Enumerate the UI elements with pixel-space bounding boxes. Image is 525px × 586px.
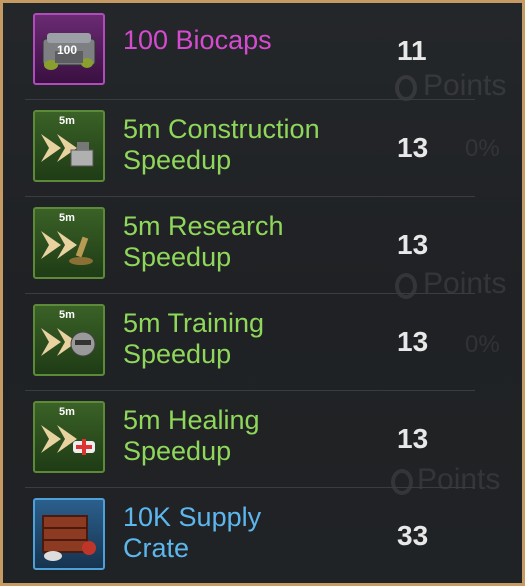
item-quantity: 11: [397, 35, 427, 66]
research-speedup-icon: 5m: [33, 207, 105, 279]
supply-crate-icon: [33, 498, 105, 570]
item-quantity: 13: [397, 132, 429, 163]
biocaps-icon: 100: [33, 13, 105, 85]
item-name: 5m Training Speedup: [123, 308, 265, 369]
item-quantity: 33: [397, 520, 429, 551]
reward-list-panel: Points 0% Points 0% Points 100 100 Bioca…: [0, 0, 525, 586]
biocaps-tag: 100: [57, 43, 78, 57]
duration-tag: 5m: [59, 309, 75, 321]
item-quantity: 13: [397, 326, 429, 357]
item-name: 100 Biocaps: [123, 25, 272, 55]
list-item[interactable]: 5m 5m Construction Speedup 13: [25, 100, 475, 197]
list-item[interactable]: 5m 5m Healing Speedup 13: [25, 391, 475, 488]
duration-tag: 5m: [59, 212, 75, 224]
item-name: 5m Construction Speedup: [123, 114, 320, 175]
item-quantity: 13: [397, 229, 429, 260]
list-item[interactable]: 5m 5m Training Speedup 13: [25, 294, 475, 391]
list-item[interactable]: 5m 5m Research Speedup 13: [25, 197, 475, 294]
item-quantity: 13: [397, 423, 429, 454]
duration-tag: 5m: [59, 406, 75, 418]
healing-speedup-icon: 5m: [33, 401, 105, 473]
duration-tag: 5m: [59, 115, 75, 127]
item-name: 5m Healing Speedup: [123, 405, 260, 466]
item-name: 5m Research Speedup: [123, 211, 284, 272]
construction-speedup-icon: 5m: [33, 110, 105, 182]
item-name: 10K Supply Crate: [123, 502, 262, 563]
training-speedup-icon: 5m: [33, 304, 105, 376]
list-item[interactable]: 10K Supply Crate 33: [25, 488, 475, 583]
list-item[interactable]: 100 100 Biocaps 11: [25, 3, 475, 100]
